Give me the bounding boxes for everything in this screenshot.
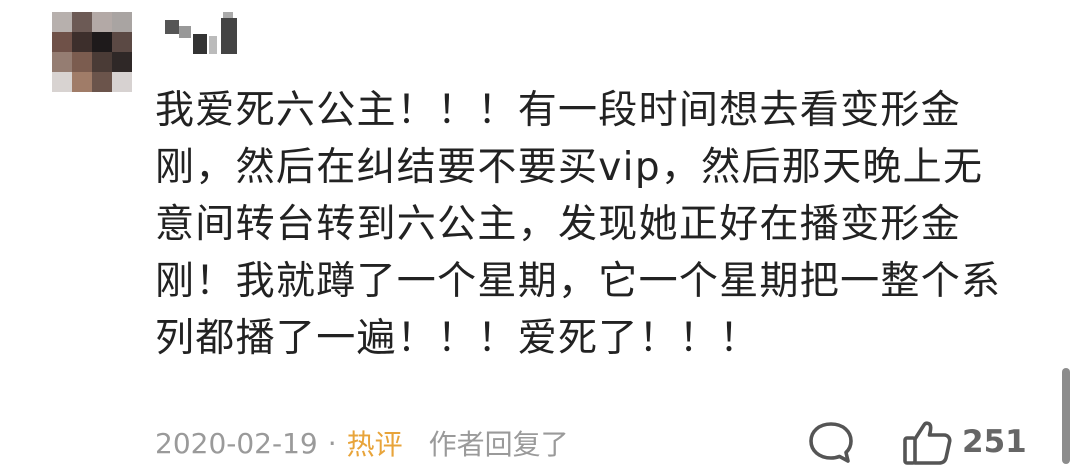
hot-comment-badge: 热评 [346,428,403,461]
scrollbar-thumb[interactable] [1062,368,1070,464]
username-mosaic[interactable] [165,12,255,56]
like-button[interactable] [900,416,956,468]
comment-line: 意间转台转到六公主，发现她正好在播变形金 [155,202,962,247]
comment-line: 我爱死六公主！！！有一段时间想去看变形金 [155,88,962,133]
comment-line: 刚！我就蹲了一个星期，它一个星期把一整个系 [155,259,1002,304]
comment-bubble-icon [809,422,853,463]
thumbs-up-icon [903,421,952,465]
meta-separator: · [327,426,337,460]
comment-meta: 2020-02-19 · 热评 作者回复了 [155,419,569,467]
author-replied-link[interactable]: 作者回复了 [429,423,569,463]
comment-date: 2020-02-19 [155,426,318,460]
comment-text: 我爱死六公主！！！有一段时间想去看变形金 刚，然后在纠结要不要买vip，然后那天… [155,82,1035,367]
comment-button[interactable] [806,420,856,466]
avatar[interactable] [52,12,132,92]
comment-line: 刚，然后在纠结要不要买vip，然后那天晚上无 [155,145,984,190]
comment-line: 列都播了一遍！！！爱死了！！！ [155,316,760,361]
like-count: 251 [962,424,1027,460]
